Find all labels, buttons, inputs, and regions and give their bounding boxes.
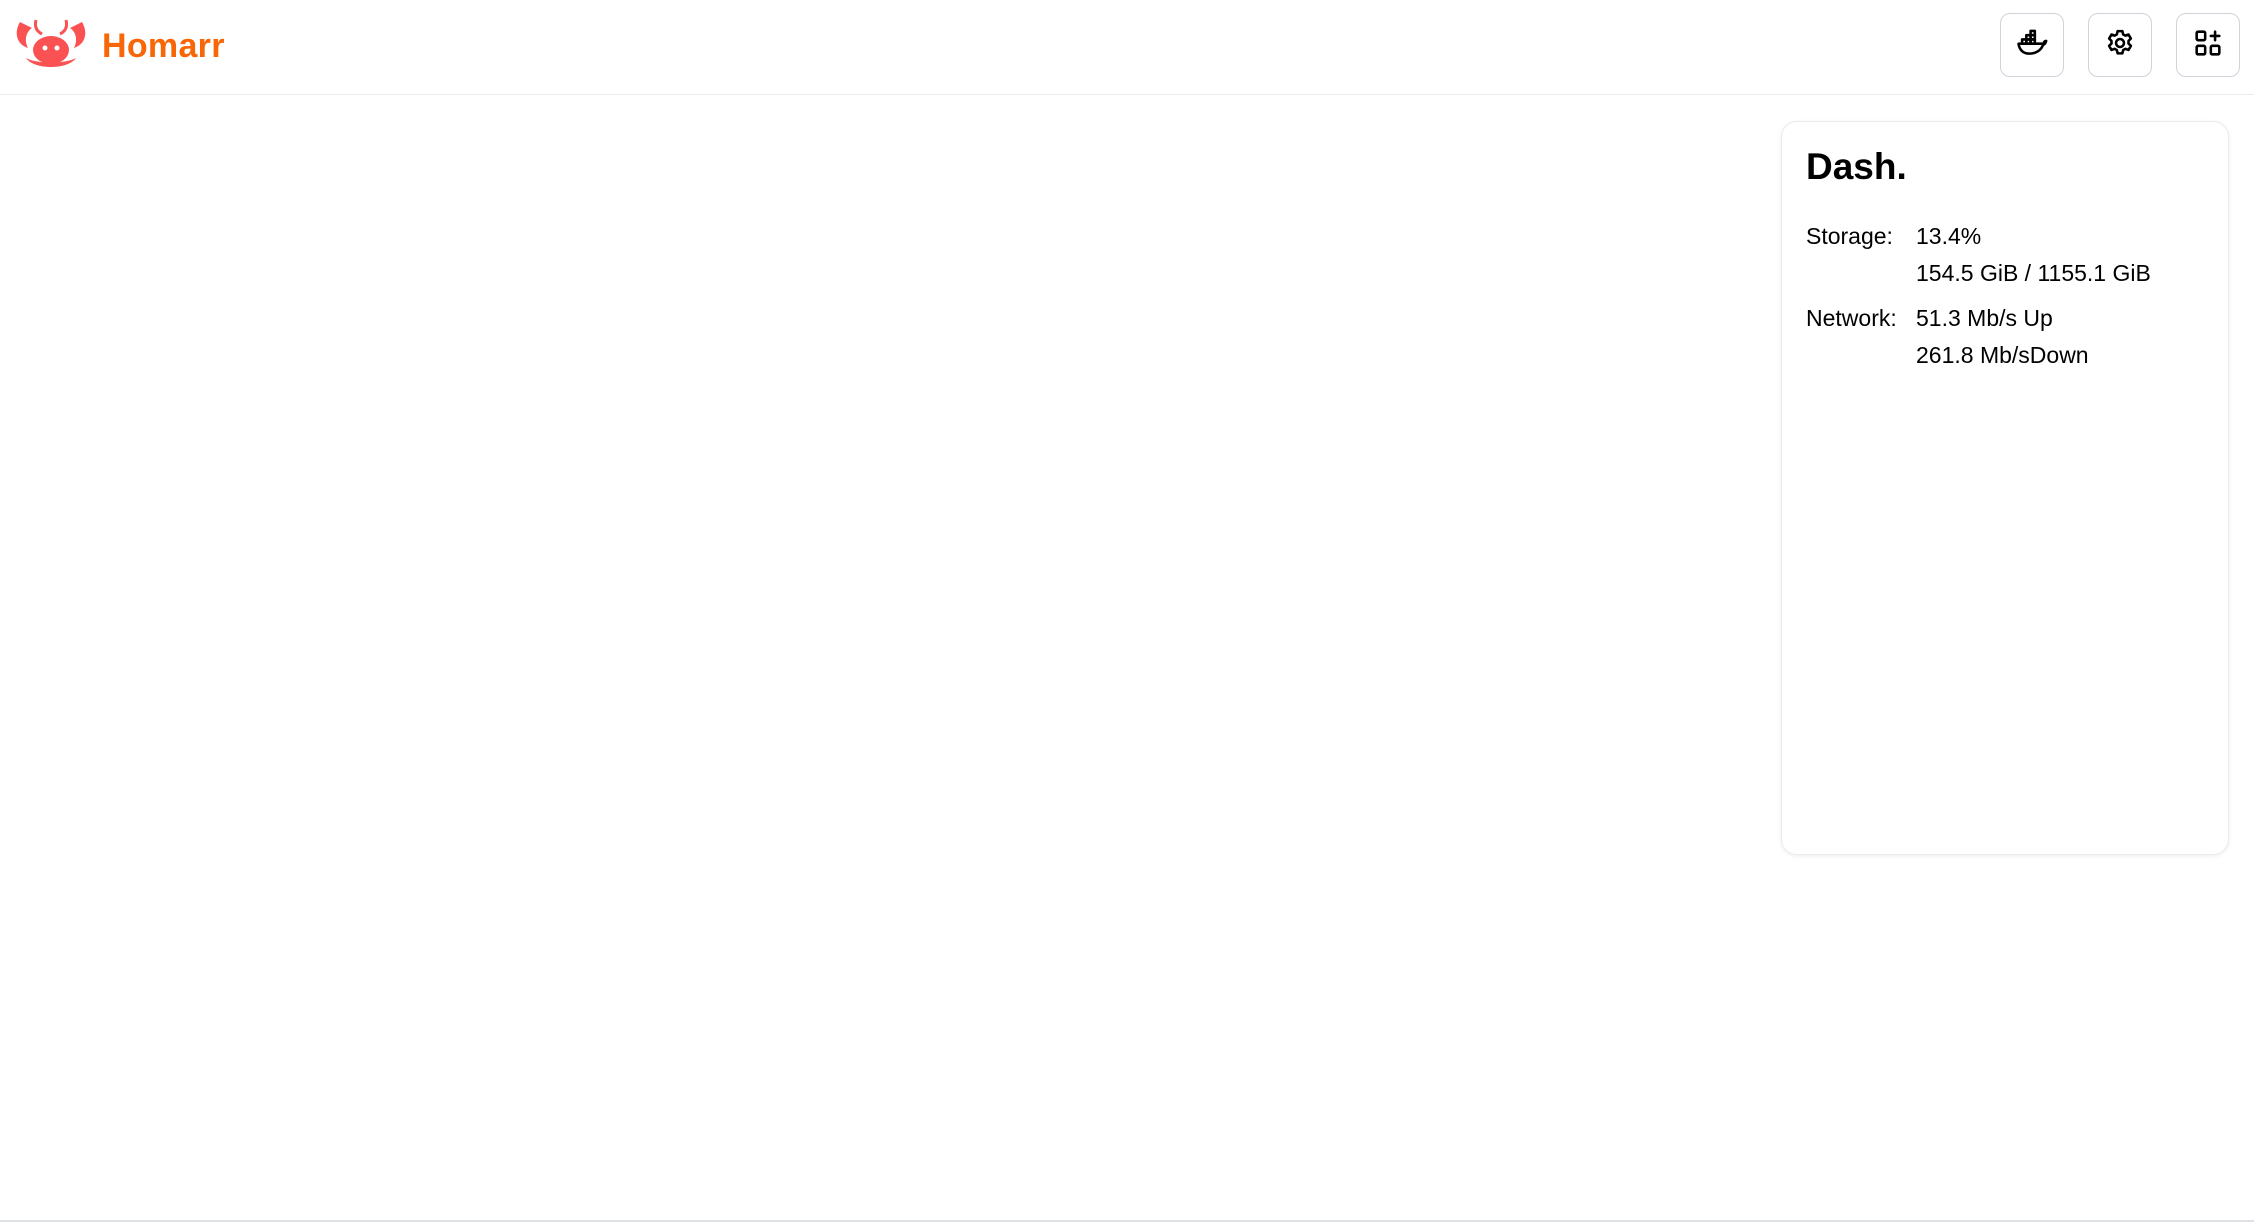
docker-icon <box>2015 26 2049 65</box>
brand-name: Homarr <box>102 26 225 65</box>
app-header: Homarr <box>0 0 2254 95</box>
widget-stats: Storage: 13.4% 154.5 GiB / 1155.1 GiB Ne… <box>1806 218 2151 382</box>
storage-usage: 154.5 GiB / 1155.1 GiB <box>1916 260 2151 286</box>
homarr-logo-icon <box>12 14 90 79</box>
header-actions <box>2000 13 2240 77</box>
add-widget-icon <box>2191 26 2225 65</box>
add-widget-button[interactable] <box>2176 13 2240 77</box>
dash-widget-card[interactable]: Dash. Storage: 13.4% 154.5 GiB / 1155.1 … <box>1781 121 2229 855</box>
storage-percent: 13.4% <box>1916 223 1982 249</box>
storage-values: 13.4% 154.5 GiB / 1155.1 GiB <box>1916 218 2151 292</box>
gear-icon <box>2103 26 2137 65</box>
storage-label: Storage: <box>1806 223 1893 249</box>
docker-button[interactable] <box>2000 13 2064 77</box>
settings-button[interactable] <box>2088 13 2152 77</box>
storage-row: Storage: 13.4% 154.5 GiB / 1155.1 GiB <box>1806 218 2151 292</box>
network-row: Network: 51.3 Mb/s Up 261.8 Mb/sDown <box>1806 300 2151 374</box>
network-values: 51.3 Mb/s Up 261.8 Mb/sDown <box>1916 300 2089 374</box>
widget-title: Dash. <box>1806 146 1907 187</box>
network-label: Network: <box>1806 305 1897 331</box>
network-up: 51.3 Mb/s Up <box>1916 305 2053 331</box>
brand[interactable]: Homarr <box>12 16 225 76</box>
network-down: 261.8 Mb/sDown <box>1916 342 2089 368</box>
